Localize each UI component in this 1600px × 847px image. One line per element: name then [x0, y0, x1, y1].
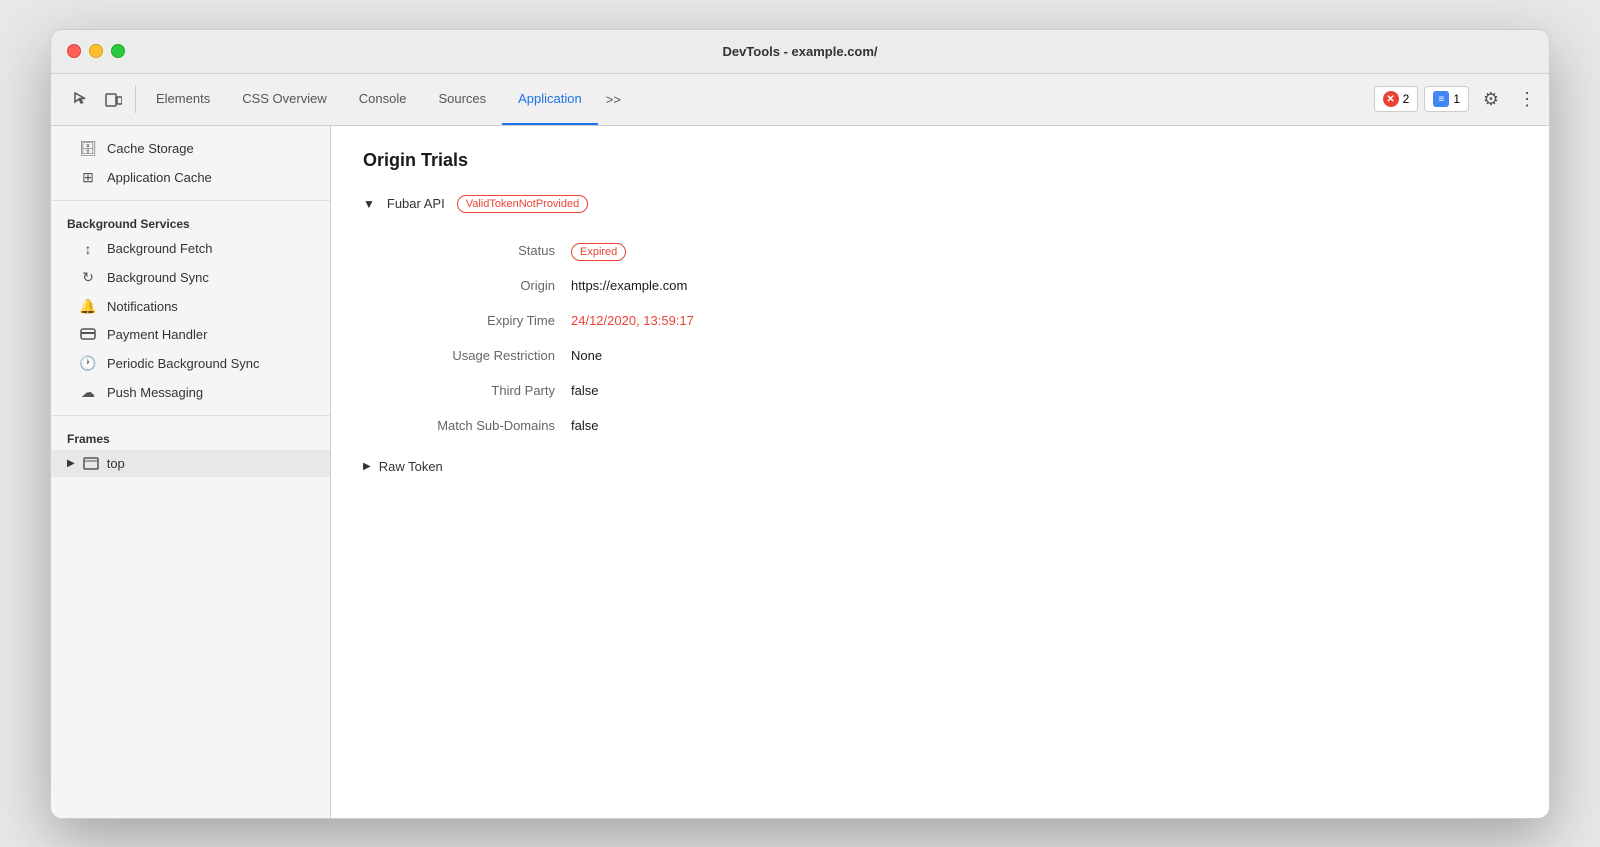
third-party-label: Third Party [363, 373, 563, 408]
sidebar-item-background-sync[interactable]: ↻ Background Sync [51, 263, 330, 292]
inspect-element-icon[interactable] [67, 85, 95, 113]
usage-value: None [563, 338, 1517, 373]
match-sub-label: Match Sub-Domains [363, 408, 563, 443]
expiry-value: 24/12/2020, 13:59:17 [563, 303, 1517, 338]
toolbar-right: ✕ 2 ≡ 1 ⚙ ⋮ [1366, 83, 1541, 115]
traffic-lights [67, 44, 125, 58]
origin-trial-detail-table: Status Expired Origin https://example.co… [363, 233, 1517, 443]
sidebar-item-push-messaging[interactable]: ☁ Push Messaging [51, 378, 330, 407]
tab-application[interactable]: Application [502, 74, 598, 125]
payment-handler-label: Payment Handler [107, 327, 207, 342]
devtools-window: DevTools - example.com/ Elements CSS Ove… [50, 29, 1550, 819]
settings-button[interactable]: ⚙ [1475, 83, 1507, 115]
close-button[interactable] [67, 44, 81, 58]
maximize-button[interactable] [111, 44, 125, 58]
background-sync-label: Background Sync [107, 270, 209, 285]
background-sync-icon: ↻ [79, 269, 97, 286]
origin-row: Origin https://example.com [363, 268, 1517, 303]
sidebar-item-payment-handler[interactable]: Payment Handler [51, 321, 330, 349]
fubar-api-label: Fubar API [387, 196, 445, 211]
device-toggle-icon[interactable] [99, 85, 127, 113]
notifications-icon: 🔔 [79, 298, 97, 315]
panel-title: Origin Trials [363, 150, 1517, 171]
raw-token-label: Raw Token [379, 459, 443, 474]
usage-label: Usage Restriction [363, 338, 563, 373]
sidebar-frames-section: Frames ▶ top [51, 416, 330, 485]
raw-token-expand-icon: ▶ [363, 461, 371, 472]
sidebar-item-cache-storage[interactable]: 🗄 Cache Storage [51, 134, 330, 163]
titlebar: DevTools - example.com/ [51, 30, 1549, 74]
toolbar-tool-icons [59, 85, 136, 113]
background-fetch-label: Background Fetch [107, 241, 213, 256]
fubar-api-row: ▼ Fubar API ValidTokenNotProvided [363, 195, 1517, 213]
match-sub-value: false [563, 408, 1517, 443]
info-badge-button[interactable]: ≡ 1 [1424, 86, 1469, 112]
status-value: Expired [563, 233, 1517, 268]
frame-icon [83, 456, 99, 470]
expiry-label: Expiry Time [363, 303, 563, 338]
status-label: Status [363, 233, 563, 268]
usage-row: Usage Restriction None [363, 338, 1517, 373]
sidebar-item-application-cache[interactable]: ⊞ Application Cache [51, 163, 330, 192]
frames-title: Frames [51, 424, 330, 450]
tab-css-overview[interactable]: CSS Overview [226, 74, 343, 125]
cache-storage-icon: 🗄 [79, 140, 97, 157]
tab-console[interactable]: Console [343, 74, 423, 125]
more-tabs-button[interactable]: >> [598, 74, 629, 125]
info-count: 1 [1453, 92, 1460, 106]
frames-top-label: top [107, 456, 125, 471]
sidebar-item-top-frame[interactable]: ▶ top [51, 450, 330, 477]
origin-value: https://example.com [563, 268, 1517, 303]
third-party-row: Third Party false [363, 373, 1517, 408]
push-messaging-label: Push Messaging [107, 385, 203, 400]
expiry-row: Expiry Time 24/12/2020, 13:59:17 [363, 303, 1517, 338]
sidebar-item-periodic-background-sync[interactable]: 🕐 Periodic Background Sync [51, 349, 330, 378]
push-messaging-icon: ☁ [79, 384, 97, 401]
main-panel: Origin Trials ▼ Fubar API ValidTokenNotP… [331, 126, 1549, 818]
status-row: Status Expired [363, 233, 1517, 268]
tab-elements[interactable]: Elements [140, 74, 226, 125]
sidebar-storage-section: 🗄 Cache Storage ⊞ Application Cache [51, 126, 330, 201]
sidebar: 🗄 Cache Storage ⊞ Application Cache Back… [51, 126, 331, 818]
frames-item-triangle-icon: ▶ [67, 458, 75, 469]
info-icon: ≡ [1433, 91, 1449, 107]
minimize-button[interactable] [89, 44, 103, 58]
third-party-value: false [563, 373, 1517, 408]
raw-token-row[interactable]: ▶ Raw Token [363, 459, 1517, 474]
fubar-api-status-badge: ValidTokenNotProvided [457, 195, 589, 213]
toolbar: Elements CSS Overview Console Sources Ap… [51, 74, 1549, 126]
fubar-collapse-icon[interactable]: ▼ [363, 197, 375, 211]
error-count: 2 [1403, 92, 1410, 106]
payment-handler-icon [79, 327, 97, 343]
application-cache-icon: ⊞ [79, 169, 97, 186]
status-expired-badge: Expired [571, 243, 626, 261]
window-title: DevTools - example.com/ [722, 44, 877, 59]
origin-label: Origin [363, 268, 563, 303]
sidebar-background-services-section: Background Services ↕ Background Fetch ↻… [51, 201, 330, 416]
application-cache-label: Application Cache [107, 170, 212, 185]
more-options-button[interactable]: ⋮ [1513, 85, 1541, 113]
tab-sources[interactable]: Sources [422, 74, 502, 125]
error-badge-button[interactable]: ✕ 2 [1374, 86, 1419, 112]
sidebar-item-background-fetch[interactable]: ↕ Background Fetch [51, 235, 330, 263]
main-content: 🗄 Cache Storage ⊞ Application Cache Back… [51, 126, 1549, 818]
notifications-label: Notifications [107, 299, 178, 314]
periodic-background-sync-label: Periodic Background Sync [107, 356, 259, 371]
tab-list: Elements CSS Overview Console Sources Ap… [140, 74, 1366, 125]
match-sub-row: Match Sub-Domains false [363, 408, 1517, 443]
background-fetch-icon: ↕ [79, 241, 97, 257]
cache-storage-label: Cache Storage [107, 141, 194, 156]
error-icon: ✕ [1383, 91, 1399, 107]
origin-trial-section: ▼ Fubar API ValidTokenNotProvided Status… [363, 195, 1517, 474]
periodic-background-sync-icon: 🕐 [79, 355, 97, 372]
sidebar-item-notifications[interactable]: 🔔 Notifications [51, 292, 330, 321]
background-services-title: Background Services [51, 209, 330, 235]
